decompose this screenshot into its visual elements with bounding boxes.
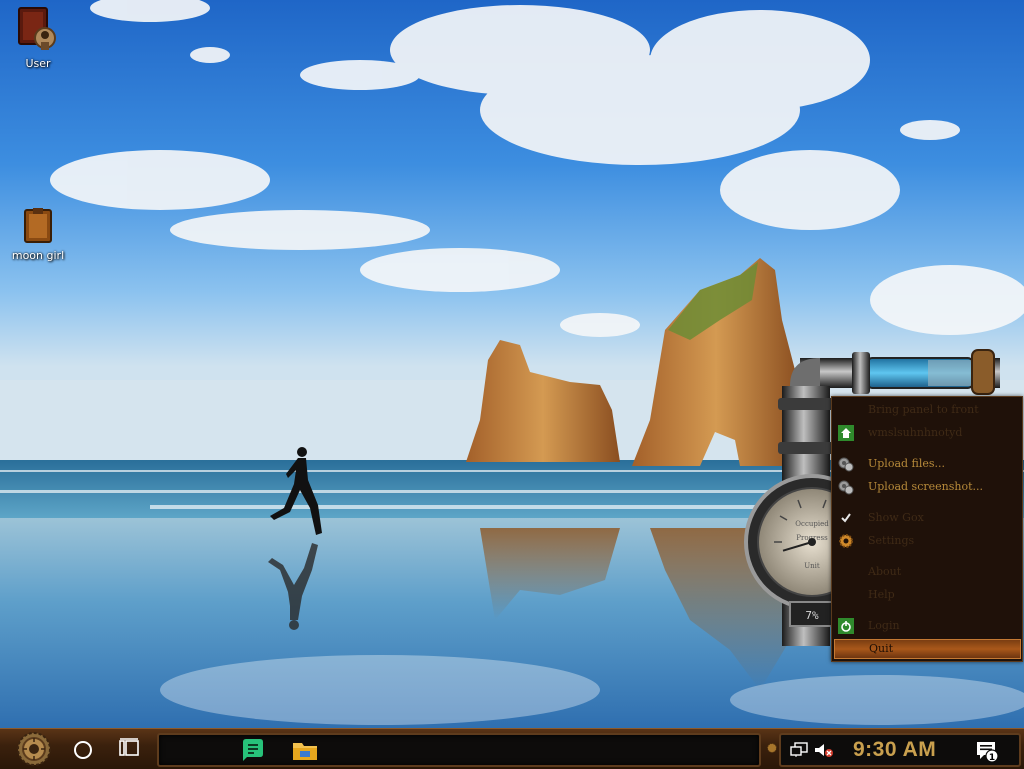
menu-item-quit[interactable]: Quit: [834, 639, 1021, 659]
menu-item-show-gox[interactable]: Show Gox: [832, 508, 1022, 528]
home-icon: [838, 425, 854, 441]
gauge-label-bottom: Unit: [804, 562, 820, 570]
menu-item-label: Show Gox: [868, 511, 924, 524]
menu-item-settings[interactable]: Settings: [832, 531, 1022, 551]
desktop-icon-user[interactable]: User: [0, 6, 76, 70]
menu-item-label: Upload files...: [868, 457, 946, 470]
taskbar: 9:30 AM 1: [0, 728, 1024, 769]
tray-context-menu: Bring panel to front wmslsuhnhnotyd Uplo…: [831, 396, 1023, 662]
circle-icon[interactable]: [74, 741, 92, 759]
menu-item-label: wmslsuhnhnotyd: [868, 426, 963, 439]
gears-icon: [838, 457, 854, 472]
gears-icon: [838, 480, 854, 495]
gauge-label-top: Occupied: [795, 520, 829, 528]
desktop-icon-label: User: [25, 57, 51, 70]
menu-item-upload-files[interactable]: Upload files...: [832, 454, 1022, 474]
desktop-icon-label: moon girl: [11, 249, 65, 262]
action-center-icon[interactable]: 1: [975, 739, 999, 763]
menu-item-label: Quit: [869, 642, 894, 655]
small-gear-icon[interactable]: [766, 742, 778, 754]
taskbar-clock[interactable]: 9:30 AM: [853, 738, 936, 762]
notification-count: 1: [989, 753, 995, 763]
menu-item-label: Settings: [868, 534, 915, 547]
power-icon: [838, 618, 854, 634]
menu-item-label: Login: [868, 619, 900, 632]
desktop-icon-moon-girl[interactable]: moon girl: [0, 206, 76, 262]
volume-muted-icon[interactable]: [814, 742, 834, 758]
steampunk-user-folder-icon: [18, 7, 56, 50]
steampunk-gear-start-icon[interactable]: [10, 732, 58, 766]
brown-folder-icon: [24, 208, 52, 243]
menu-item-label: Upload screenshot...: [868, 480, 983, 493]
system-tray: 9:30 AM 1: [779, 733, 1021, 767]
menu-item-label: Bring panel to front: [868, 403, 979, 416]
task-view-icon[interactable]: [118, 737, 142, 759]
menu-item-help[interactable]: Help: [832, 585, 1022, 605]
menu-item-bring-panel-to-front[interactable]: Bring panel to front: [832, 400, 1022, 420]
network-icon[interactable]: [790, 742, 808, 758]
menu-item-about[interactable]: About: [832, 562, 1022, 582]
menu-item-login[interactable]: Login: [832, 616, 1022, 636]
folder-icon[interactable]: [292, 738, 318, 762]
menu-item-label: About: [868, 565, 902, 578]
checkmark-icon: [841, 513, 851, 523]
menu-item-label: Help: [868, 588, 895, 601]
taskbar-apps-area: [157, 733, 761, 767]
menu-item-account[interactable]: wmslsuhnhnotyd: [832, 423, 1022, 443]
gear-icon: [839, 534, 853, 548]
green-chat-icon[interactable]: [241, 738, 265, 762]
menu-item-upload-screenshot[interactable]: Upload screenshot...: [832, 477, 1022, 497]
gauge-percent: 7%: [805, 609, 819, 622]
